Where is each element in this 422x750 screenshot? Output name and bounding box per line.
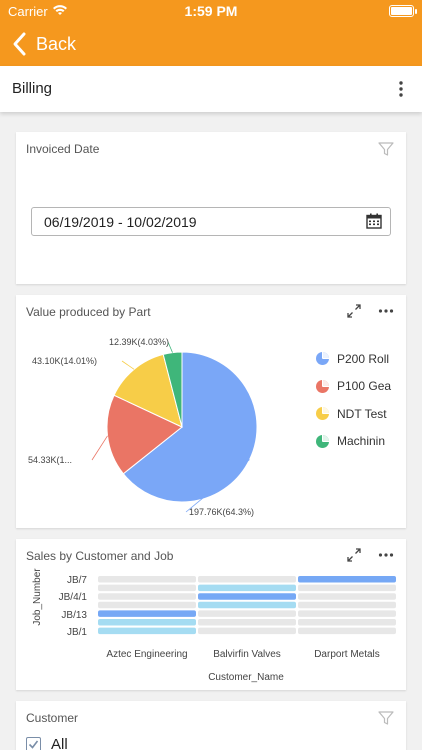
legend-label: P200 Roll xyxy=(337,351,390,366)
heatmap-chart: JB/7 JB/4/1 JB/13 JB/1 Job_Number Aztec Engin… xyxy=(32,568,396,683)
heatmap-y-label: JB/13 xyxy=(61,610,87,621)
heatmap-cell[interactable] xyxy=(198,619,296,626)
heatmap-cell[interactable] xyxy=(298,627,396,635)
heatmap-y-label: JB/7 xyxy=(67,575,87,586)
heatmap-y-label: JB/1 xyxy=(67,627,87,638)
battery-icon xyxy=(389,5,414,17)
pie-legend-icon xyxy=(316,379,329,393)
customer-filter-card: Customer All xyxy=(16,701,406,750)
legend-item[interactable]: Machinin xyxy=(316,428,406,456)
heatmap-x-label: Darport Metals xyxy=(314,649,380,660)
legend-item[interactable]: P200 Roll xyxy=(316,345,406,373)
pie-legend-icon xyxy=(316,407,329,421)
date-range-value: 06/19/2019 - 10/02/2019 xyxy=(44,214,197,230)
value-by-part-card: Value produced by Part 197.76K(64.3%) 54.… xyxy=(16,295,406,528)
clock: 1:59 PM xyxy=(184,3,238,19)
more-vertical-icon[interactable] xyxy=(398,80,404,98)
heatmap-cell[interactable] xyxy=(98,610,196,617)
legend-item[interactable]: P100 Gea xyxy=(316,373,406,401)
back-label: Back xyxy=(36,33,77,54)
pie-data-label: 197.76K(64.3%) xyxy=(189,507,254,517)
heatmap-cell[interactable] xyxy=(198,627,296,635)
heatmap-x-label: Balvirfin Valves xyxy=(213,649,281,660)
heatmap-cell[interactable] xyxy=(198,610,296,617)
legend-label: Machinin xyxy=(337,434,386,449)
legend-item[interactable]: NDT Test xyxy=(316,400,406,428)
chevron-left-icon xyxy=(13,32,26,56)
page-title: Billing xyxy=(12,80,53,97)
card-title: Customer xyxy=(26,711,79,725)
pie-legend-icon xyxy=(316,352,329,366)
checkbox[interactable] xyxy=(26,737,41,750)
heatmap-cell[interactable] xyxy=(298,584,396,592)
filter-icon[interactable] xyxy=(378,141,394,157)
heatmap-cell[interactable] xyxy=(198,576,296,583)
pie-legend: P200 Roll P100 Gea NDT Test Machinin xyxy=(316,345,406,455)
status-bar: Carrier 1:59 PM xyxy=(0,0,422,22)
page-header: Billing xyxy=(0,66,422,112)
heatmap-cell[interactable] xyxy=(98,576,196,583)
heatmap-cell[interactable] xyxy=(198,584,296,592)
more-horizontal-icon[interactable] xyxy=(378,303,394,319)
heatmap-y-label: JB/4/1 xyxy=(59,592,88,603)
pie-data-label: 54.33K(1... xyxy=(28,455,72,465)
expand-icon[interactable] xyxy=(346,303,362,319)
filter-icon[interactable] xyxy=(378,710,394,726)
heatmap-cell[interactable] xyxy=(98,601,196,609)
check-icon xyxy=(28,740,39,749)
card-actions xyxy=(346,303,394,319)
heatmap-cell[interactable] xyxy=(98,593,196,600)
legend-label: P100 Gea xyxy=(337,379,392,394)
nav-bar: Carrier 1:59 PM Back xyxy=(0,0,422,66)
heatmap-cell[interactable] xyxy=(98,584,196,592)
all-customers-checkbox[interactable]: All xyxy=(26,736,68,750)
heatmap-cell[interactable] xyxy=(98,627,196,635)
heatmap-x-axis-title: Customer_Name xyxy=(208,672,284,683)
sales-by-customer-card: Sales by Customer and Job JB/7 JB/4/1 JB/1… xyxy=(16,539,406,690)
calendar-icon[interactable] xyxy=(366,213,382,229)
heatmap-cell[interactable] xyxy=(298,619,396,626)
heatmap-cell[interactable] xyxy=(298,593,396,600)
heatmap-cell[interactable] xyxy=(298,576,396,583)
card-title: Invoiced Date xyxy=(26,142,100,156)
heatmap-cell[interactable] xyxy=(198,601,296,609)
pie-chart: 197.76K(64.3%) 54.33K(1... 43.10K(14.01%) 1… xyxy=(28,337,258,517)
battery-tip xyxy=(415,9,417,14)
heatmap-y-axis-title: Job_Number xyxy=(32,568,43,626)
pie-data-label: 43.10K(14.01%) xyxy=(32,356,97,366)
pie-legend-icon xyxy=(316,434,329,448)
pie-data-label: 12.39K(4.03%) xyxy=(109,337,169,347)
legend-label: NDT Test xyxy=(337,406,387,421)
heatmap-cell[interactable] xyxy=(298,601,396,609)
heatmap-cell[interactable] xyxy=(298,610,396,617)
invoiced-date-card: Invoiced Date 06/19/2019 - 10/02/2019 xyxy=(16,132,406,284)
checkbox-label: All xyxy=(51,736,68,750)
date-range-input[interactable]: 06/19/2019 - 10/02/2019 xyxy=(31,207,391,236)
heatmap-cell[interactable] xyxy=(98,619,196,626)
pie-leader-line xyxy=(91,435,108,461)
pie-leader-line xyxy=(121,360,135,370)
back-button[interactable]: Back xyxy=(10,30,76,58)
heatmap-x-label: Aztec Engineering xyxy=(106,649,187,660)
heatmap-cell[interactable] xyxy=(198,593,296,600)
